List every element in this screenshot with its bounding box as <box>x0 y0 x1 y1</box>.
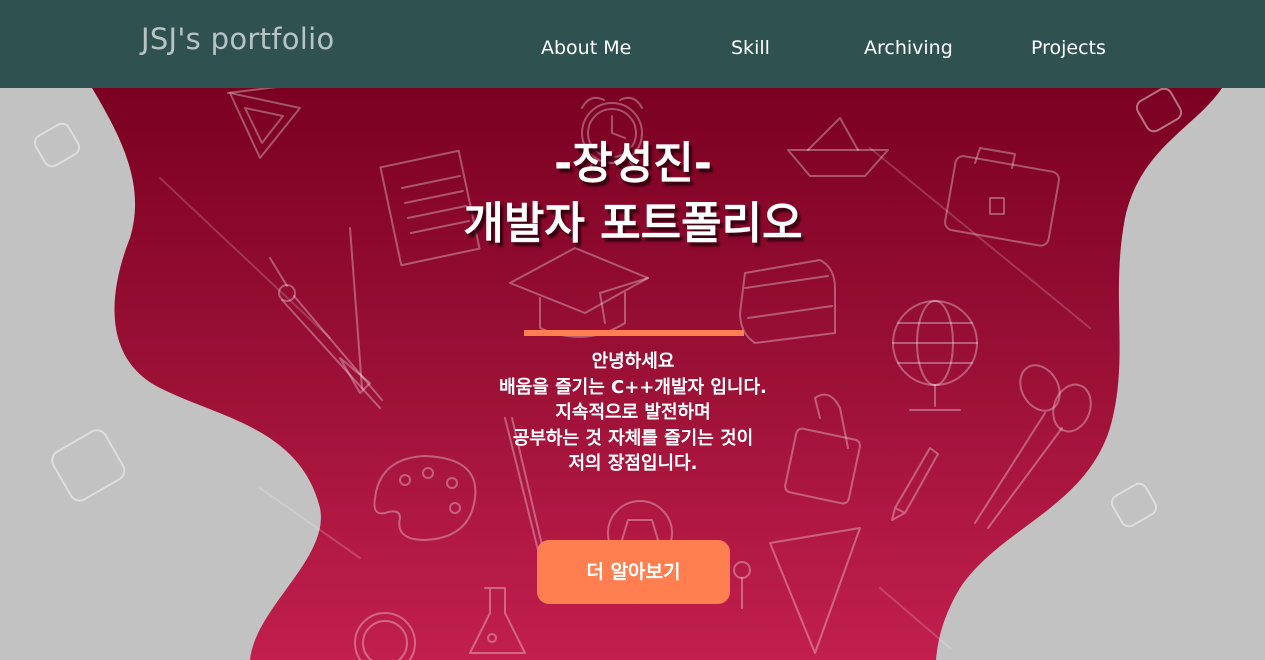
hero-title-name: -장성진- <box>554 138 712 189</box>
hero-intro-text: 안녕하세요 배움을 즐기는 C++개발자 입니다. 지속적으로 발전하며 공부하… <box>333 349 933 477</box>
intro-line: 지속적으로 발전하며 <box>555 402 711 423</box>
nav-archiving[interactable]: Archiving <box>864 37 953 59</box>
learn-more-button[interactable]: 더 알아보기 <box>537 540 730 604</box>
intro-line: 배움을 즐기는 C++개발자 입니다. <box>499 376 767 398</box>
title-divider <box>524 330 744 336</box>
hero-title: -장성진- 개발자 포트폴리오 <box>333 134 933 254</box>
intro-line: 저의 장점입니다. <box>568 453 698 474</box>
intro-line: 안녕하세요 <box>591 351 675 372</box>
top-nav-bar: JSJ's portfolio About Me Skill Archiving… <box>0 0 1265 88</box>
nav-about-me[interactable]: About Me <box>541 37 631 59</box>
nav-skill[interactable]: Skill <box>731 37 770 59</box>
portfolio-page: JSJ's portfolio About Me Skill Archiving… <box>0 0 1265 660</box>
intro-line: 공부하는 것 자체를 즐기는 것이 <box>512 427 754 449</box>
nav-projects[interactable]: Projects <box>1031 37 1106 59</box>
hero-section: -장성진- 개발자 포트폴리오 안녕하세요 배움을 즐기는 C++개발자 입니다… <box>0 88 1265 660</box>
main-nav: About Me Skill Archiving Projects <box>0 37 1265 63</box>
hero-title-subtitle: 개발자 포트폴리오 <box>463 198 803 249</box>
